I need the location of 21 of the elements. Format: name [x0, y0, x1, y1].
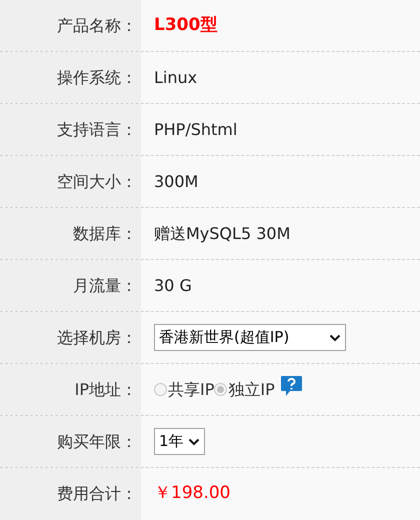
- chevron-icon: [188, 438, 200, 446]
- field-value: Linux: [154, 66, 198, 88]
- field-label: 空间大小：: [57, 170, 137, 192]
- field-label: 产品名称：: [57, 14, 137, 36]
- price-text: ￥198.00: [154, 482, 230, 506]
- field-label: 月流量：: [73, 274, 137, 296]
- field-value: 300M: [154, 170, 198, 192]
- field-label: 费用合计：: [57, 483, 137, 505]
- field-label: 数据库：: [73, 222, 137, 244]
- field-label: 操作系统：: [57, 66, 137, 88]
- chevron-icon: [329, 334, 341, 342]
- field-value: 30 G: [154, 274, 192, 296]
- dropdown[interactable]: 香港新世界(超值IP): [154, 324, 346, 351]
- product-name: L300型: [154, 14, 218, 37]
- dropdown[interactable]: 1年: [154, 428, 205, 455]
- field-label: 选择机房：: [57, 326, 137, 348]
- field-label: 支持语言：: [57, 118, 137, 140]
- field-label: 购买年限：: [57, 430, 137, 452]
- field-value: PHP/Shtml: [154, 118, 238, 140]
- field-value: 赠送MySQL5 30M: [154, 222, 290, 244]
- field-label: IP地址：: [74, 378, 137, 400]
